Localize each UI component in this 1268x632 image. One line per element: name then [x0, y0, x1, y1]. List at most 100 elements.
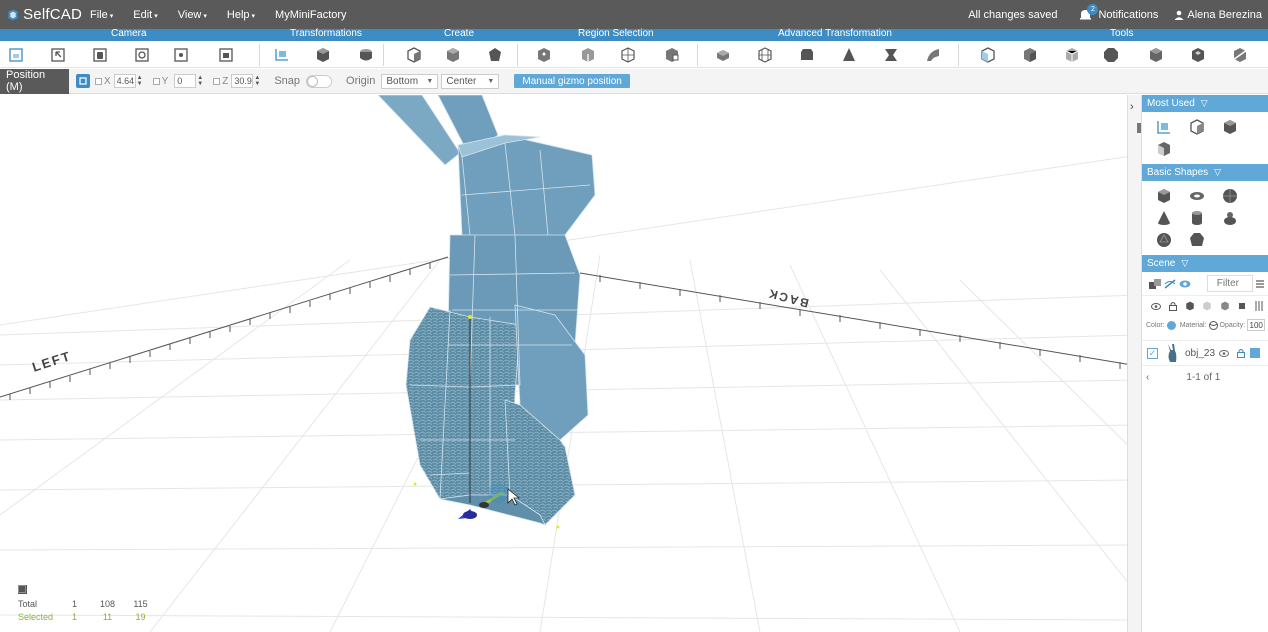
x-checkbox[interactable]	[95, 77, 102, 85]
camera-pan-tool[interactable]	[90, 45, 110, 65]
extrude-icon	[717, 50, 729, 61]
menu-myminifactory[interactable]: MyMiniFactory	[275, 9, 347, 21]
tools-3[interactable]	[1062, 45, 1082, 65]
chevron-right-icon[interactable]: ›	[1130, 101, 1134, 113]
opacity-input[interactable]: 100	[1247, 319, 1266, 331]
x-stepper[interactable]: ▲ ▼	[137, 75, 143, 87]
ruler-left	[0, 256, 449, 400]
chevron-left-icon[interactable]: ‹	[1146, 372, 1149, 383]
shape-cube[interactable]	[1147, 185, 1180, 207]
shape-cone[interactable]	[1147, 207, 1180, 229]
adv-tool-2[interactable]	[755, 45, 775, 65]
x-input[interactable]	[113, 74, 136, 88]
create-tool-1[interactable]	[404, 45, 424, 65]
camera-reset-tool[interactable]	[6, 45, 26, 65]
tools-4[interactable]	[1101, 45, 1121, 65]
y-input[interactable]	[174, 74, 197, 88]
select-region-tool[interactable]	[662, 45, 682, 65]
shape-cylinder[interactable]	[1180, 207, 1213, 229]
save-status: All changes saved	[968, 8, 1058, 21]
scene-filter-input[interactable]	[1206, 275, 1253, 292]
user-menu[interactable]: Alena Berezina	[1174, 9, 1262, 21]
hide-all-icon[interactable]	[1162, 278, 1177, 289]
origin-horizontal-select[interactable]: Center ▼	[441, 73, 500, 89]
tools-1[interactable]	[978, 45, 998, 65]
most-used-move-tool[interactable]	[1147, 116, 1180, 138]
scene-header[interactable]: Scene ▽	[1142, 255, 1268, 272]
camera-screenshot-tool[interactable]	[216, 45, 236, 65]
bevel-icon	[801, 49, 813, 60]
most-used-cube-tool[interactable]	[1180, 116, 1213, 138]
small-square-icon[interactable]	[1233, 303, 1250, 309]
tools-2[interactable]	[1020, 45, 1040, 65]
app-logo[interactable]: SelfCAD	[0, 6, 82, 24]
y-checkbox[interactable]	[152, 77, 160, 85]
tools-6[interactable]	[1188, 45, 1208, 65]
camera-fit-tool[interactable]	[171, 45, 191, 65]
wire-cube-icon[interactable]	[1199, 301, 1216, 311]
menu-help[interactable]: Help ▾	[227, 9, 255, 21]
y-stepper[interactable]: ▲ ▼	[197, 75, 203, 87]
create-tool-2[interactable]	[443, 45, 463, 65]
shape-sculpt[interactable]	[1213, 207, 1246, 229]
color-swatch[interactable]	[1166, 320, 1176, 330]
material-sphere-icon[interactable]	[1208, 320, 1218, 330]
snap-toggle[interactable]	[306, 74, 333, 88]
origin-vertical-select[interactable]: Bottom ▼	[381, 73, 439, 89]
group-icon[interactable]	[1147, 278, 1162, 289]
position-tab[interactable]: Position (M)	[0, 68, 69, 94]
camera-zoom-tool[interactable]	[48, 45, 68, 65]
z-stepper[interactable]: ▲ ▼	[254, 75, 260, 87]
panel-collapse-strip[interactable]: ›	[1127, 95, 1141, 632]
lock-icon[interactable]	[1237, 348, 1246, 358]
select-face-tool[interactable]	[618, 45, 638, 65]
select-vertex-tool[interactable]	[534, 45, 554, 65]
basic-shapes-header[interactable]: Basic Shapes ▽	[1142, 164, 1268, 181]
object-checkbox[interactable]: ✓	[1147, 347, 1158, 359]
eye-icon[interactable]	[1219, 349, 1230, 357]
adv-tool-4[interactable]	[839, 45, 859, 65]
adv-tool-1[interactable]	[713, 45, 733, 65]
adv-tool-5[interactable]	[881, 45, 901, 65]
shape-torus[interactable]	[1180, 185, 1213, 207]
eye-icon[interactable]	[1178, 280, 1193, 288]
shape-polyhedron[interactable]	[1180, 229, 1213, 251]
scene-object-tools	[1142, 296, 1268, 316]
most-used-header[interactable]: Most Used ▽	[1142, 95, 1268, 112]
scene-stats: Total 1 108 115 Selected 1 11 19	[18, 585, 157, 623]
menu-view[interactable]: View ▾	[178, 9, 207, 21]
shape-sphere[interactable]	[1213, 185, 1246, 207]
menu-file[interactable]: File ▾	[90, 9, 113, 21]
most-used-scale-tool[interactable]	[1147, 138, 1180, 160]
camera-orbit-tool[interactable]	[132, 45, 152, 65]
simplify-icon	[1065, 48, 1079, 62]
most-used-rotate-tool[interactable]	[1213, 116, 1246, 138]
menu-lines-icon[interactable]	[1253, 280, 1268, 288]
rabbit-model[interactable]	[377, 95, 596, 526]
scene-canvas[interactable]: LEFT BACK	[0, 95, 1138, 632]
move-tool[interactable]	[272, 45, 292, 65]
z-input[interactable]	[231, 74, 254, 88]
tools-5[interactable]	[1146, 45, 1166, 65]
menu-edit[interactable]: Edit ▾	[133, 9, 157, 21]
shape-icosphere[interactable]	[1147, 229, 1180, 251]
scene-object-row[interactable]: ✓ obj_23	[1142, 340, 1268, 366]
solid-cube-icon[interactable]	[1182, 301, 1199, 311]
manual-gizmo-button[interactable]: Manual gizmo position	[514, 74, 630, 88]
3d-viewport[interactable]: LEFT BACK Total 1 108 115 Selected 1 11 …	[0, 95, 1138, 632]
uniform-lock-button[interactable]	[76, 74, 90, 88]
columns-icon[interactable]	[1251, 301, 1268, 311]
visibility-icon[interactable]	[1147, 302, 1164, 310]
notifications-button[interactable]: 2 Notifications	[1079, 3, 1158, 21]
tools-7[interactable]	[1230, 45, 1250, 65]
scale-tool[interactable]	[356, 45, 376, 65]
lock-icon[interactable]	[1164, 301, 1181, 311]
z-checkbox[interactable]	[213, 77, 221, 85]
adv-tool-3[interactable]	[797, 45, 817, 65]
shaded-cube-icon[interactable]	[1216, 301, 1233, 311]
rotate-tool[interactable]	[313, 45, 333, 65]
create-tool-3[interactable]	[485, 45, 505, 65]
object-color-chip[interactable]	[1250, 348, 1261, 358]
select-edge-tool[interactable]	[578, 45, 598, 65]
adv-tool-6[interactable]	[923, 45, 943, 65]
